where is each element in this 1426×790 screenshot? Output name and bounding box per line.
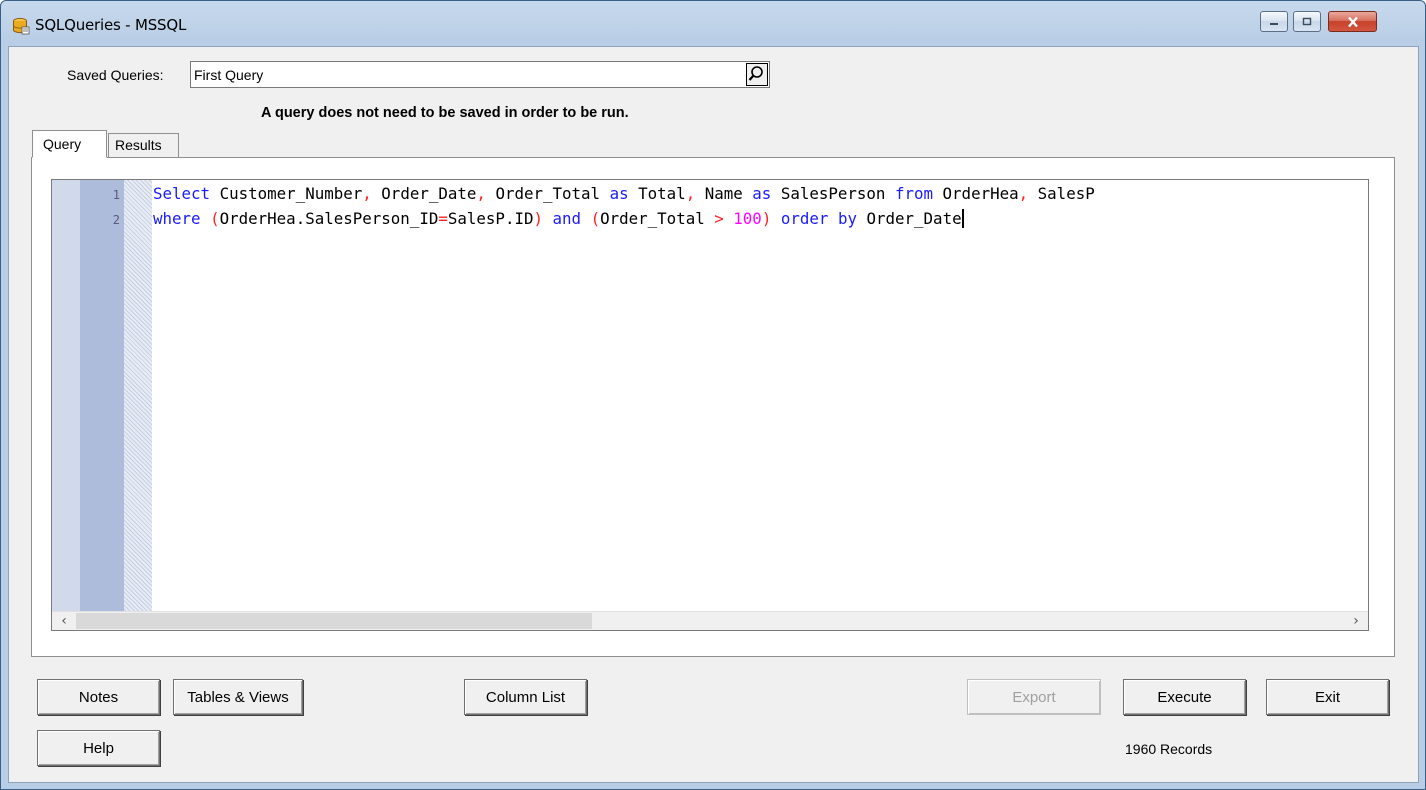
sql-identifier: SalesP <box>1037 184 1095 203</box>
saved-queries-field[interactable] <box>190 61 770 88</box>
records-count: 1960 Records <box>1125 741 1213 757</box>
sql-identifier: Order_Total <box>600 209 705 228</box>
sql-operator: ) <box>533 209 544 228</box>
export-button[interactable]: Export <box>967 679 1101 715</box>
sql-identifier: SalesPerson <box>780 184 886 203</box>
sql-operator: , <box>362 184 372 203</box>
sql-editor[interactable]: 1 2 Select Customer_Number, Order_Date, … <box>51 179 1369 631</box>
sql-operator: , <box>685 184 696 203</box>
tab-results[interactable]: Results <box>108 133 179 158</box>
sql-identifier: SalesPerson_ID <box>305 209 439 228</box>
sql-keyword: from <box>894 184 934 203</box>
sql-operator: , <box>476 184 486 203</box>
sql-number: 100 <box>733 209 762 228</box>
execute-button[interactable]: Execute <box>1123 679 1246 715</box>
sql-identifier: Customer_Number <box>219 184 363 203</box>
exit-button[interactable]: Exit <box>1266 679 1389 715</box>
sql-identifier: SalesP <box>447 209 505 228</box>
scroll-right-icon[interactable]: › <box>1346 612 1366 630</box>
horizontal-scrollbar[interactable]: ‹ › <box>52 611 1368 630</box>
database-icon <box>13 17 30 35</box>
magnifier-icon <box>746 63 768 86</box>
fold-margin <box>124 180 152 614</box>
sql-operator: ( <box>210 209 220 228</box>
close-button[interactable] <box>1328 11 1377 32</box>
search-button[interactable] <box>746 63 768 86</box>
close-icon <box>1329 12 1376 31</box>
tab-query[interactable]: Query <box>32 130 107 158</box>
scroll-thumb[interactable] <box>76 613 592 629</box>
sql-keyword: order <box>780 209 829 228</box>
title-bar[interactable]: SQLQueries - MSSQL <box>1 1 1425 47</box>
sql-operator: = <box>438 209 448 228</box>
client-area: Saved Queries: A query does not need to … <box>8 46 1419 783</box>
maximize-icon <box>1294 12 1320 31</box>
sql-operator: ( <box>590 209 601 228</box>
tables-views-button[interactable]: Tables & Views <box>173 679 303 715</box>
saved-queries-input[interactable] <box>194 64 734 85</box>
code-line-2: where (OrderHea.SalesPerson_ID=SalesP.ID… <box>153 209 964 228</box>
tab-results-label: Results <box>115 137 162 153</box>
sql-identifier: Name <box>704 184 743 203</box>
saved-queries-label: Saved Queries: <box>67 67 164 83</box>
sql-identifier: Total <box>638 184 686 203</box>
sql-identifier: Order_Total <box>495 184 601 203</box>
minimize-button[interactable] <box>1260 11 1288 32</box>
sql-identifier: Order_Date <box>866 209 962 228</box>
sql-keyword: as <box>609 184 629 203</box>
sql-identifier: OrderHea <box>942 184 1019 203</box>
sql-operator: ) <box>761 209 772 228</box>
editor-margin <box>52 180 80 614</box>
text-caret <box>961 209 964 228</box>
window-title: SQLQueries - MSSQL <box>35 16 187 34</box>
minimize-icon <box>1261 12 1287 31</box>
notes-button[interactable]: Notes <box>37 679 160 715</box>
sql-identifier: Order_Date <box>381 184 477 203</box>
line-number: 1 <box>112 188 120 202</box>
sql-punct: . <box>295 209 306 228</box>
sql-operator: > <box>714 209 724 228</box>
line-number: 2 <box>112 213 120 227</box>
info-text: A query does not need to be saved in ord… <box>261 105 629 121</box>
sql-keyword: Select <box>153 184 211 203</box>
app-window: SQLQueries - MSSQL Saved Queries: A quer… <box>0 0 1426 790</box>
line-number-gutter <box>80 180 124 614</box>
scroll-left-icon[interactable]: ‹ <box>54 612 74 630</box>
code-line-1: Select Customer_Number, Order_Date, Orde… <box>153 184 1095 203</box>
sql-identifier: ID <box>514 209 534 228</box>
sql-operator: , <box>1018 184 1029 203</box>
tab-query-label: Query <box>43 136 82 152</box>
sql-keyword: where <box>153 209 201 228</box>
maximize-button[interactable] <box>1293 11 1321 32</box>
sql-keyword: by <box>837 209 857 228</box>
help-button[interactable]: Help <box>37 730 160 766</box>
sql-keyword: as <box>752 184 772 203</box>
sql-identifier: OrderHea <box>219 209 296 228</box>
column-list-button[interactable]: Column List <box>464 679 587 715</box>
sql-keyword: and <box>552 209 582 228</box>
